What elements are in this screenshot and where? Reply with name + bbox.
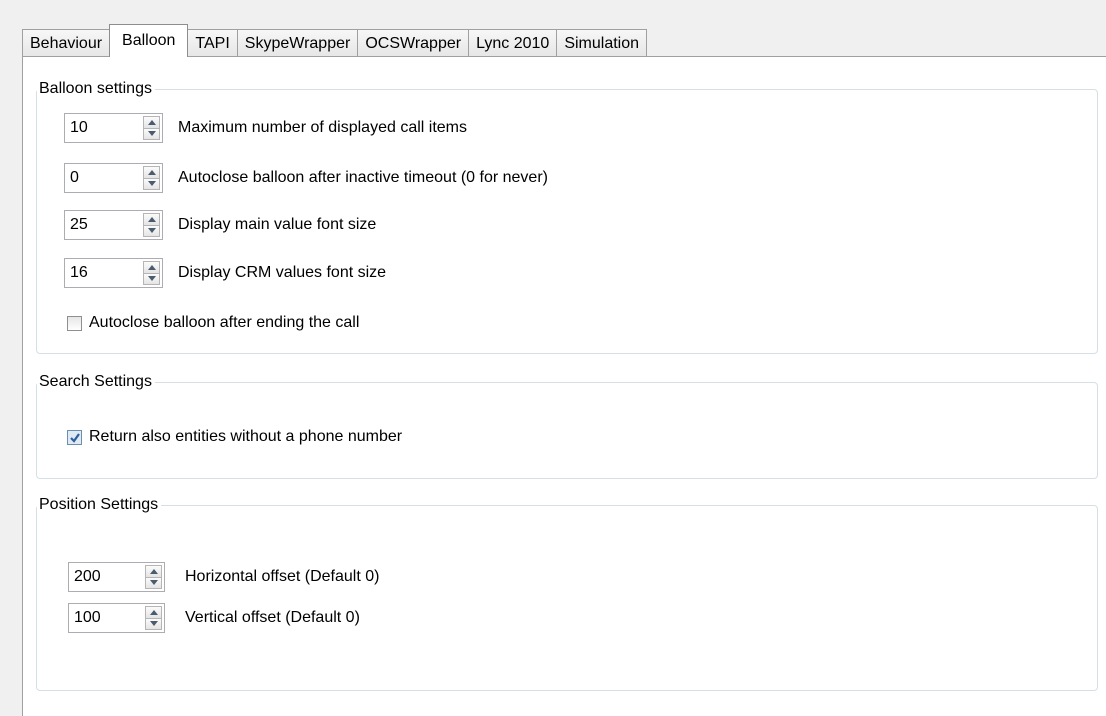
- return-entities-label[interactable]: Return also entities without a phone num…: [89, 428, 402, 446]
- arrow-down-icon: [147, 131, 156, 137]
- checkmark-icon: [70, 432, 80, 443]
- crm-font-size-label: Display CRM values font size: [178, 264, 387, 281]
- spin-up-button[interactable]: [145, 565, 162, 578]
- crm-font-size-row: 16 Display CRM values font size: [64, 258, 386, 288]
- tab-skypewrapper[interactable]: SkypeWrapper: [236, 29, 359, 57]
- tab-behaviour[interactable]: Behaviour: [22, 29, 111, 57]
- spin-down-button[interactable]: [145, 577, 162, 589]
- horizontal-offset-label: Horizontal offset (Default 0): [185, 568, 380, 585]
- arrow-down-icon: [149, 621, 158, 627]
- max-call-items-label: Maximum number of displayed call items: [178, 119, 467, 136]
- spin-down-button[interactable]: [143, 273, 160, 285]
- spin-up-button[interactable]: [143, 116, 160, 129]
- spin-down-button[interactable]: [143, 225, 160, 237]
- autoclose-timeout-label: Autoclose balloon after inactive timeout…: [178, 169, 548, 186]
- spin-up-button[interactable]: [143, 213, 160, 226]
- arrow-up-icon: [149, 568, 158, 574]
- vertical-offset-value[interactable]: 100: [74, 609, 101, 627]
- arrow-up-icon: [147, 119, 156, 125]
- autoclose-timeout-value[interactable]: 0: [70, 169, 79, 187]
- arrow-up-icon: [147, 264, 156, 270]
- return-entities-row[interactable]: Return also entities without a phone num…: [67, 422, 402, 452]
- arrow-down-icon: [147, 181, 156, 187]
- tab-balloon[interactable]: Balloon: [109, 24, 189, 57]
- return-entities-checkbox[interactable]: [67, 429, 82, 445]
- main-font-size-row: 25 Display main value font size: [64, 210, 376, 240]
- autoclose-after-call-label[interactable]: Autoclose balloon after ending the call: [89, 314, 359, 332]
- spin-up-button[interactable]: [145, 606, 162, 619]
- main-font-size-value[interactable]: 25: [70, 216, 88, 234]
- horizontal-offset-row: 200 Horizontal offset (Default 0): [68, 562, 379, 592]
- crm-font-size-value[interactable]: 16: [70, 264, 88, 282]
- tab-strip: Behaviour Balloon TAPI SkypeWrapper OCSW…: [22, 24, 648, 57]
- arrow-down-icon: [147, 276, 156, 282]
- spin-up-button[interactable]: [143, 261, 160, 274]
- spin-down-button[interactable]: [143, 178, 160, 190]
- arrow-down-icon: [149, 580, 158, 586]
- autoclose-after-call-checkbox[interactable]: [67, 315, 82, 331]
- autoclose-timeout-spinner[interactable]: 0: [64, 163, 163, 193]
- arrow-down-icon: [147, 228, 156, 234]
- vertical-offset-label: Vertical offset (Default 0): [185, 609, 360, 626]
- main-font-size-spinner[interactable]: 25: [64, 210, 163, 240]
- tab-tapi[interactable]: TAPI: [187, 29, 238, 57]
- arrow-up-icon: [149, 609, 158, 615]
- autoclose-after-call-row[interactable]: Autoclose balloon after ending the call: [67, 308, 359, 338]
- position-settings-group: Position Settings: [36, 495, 1098, 691]
- search-settings-title: Search Settings: [37, 372, 155, 392]
- vertical-offset-row: 100 Vertical offset (Default 0): [68, 603, 360, 633]
- max-call-items-row: 10 Maximum number of displayed call item…: [64, 113, 467, 143]
- autoclose-timeout-row: 0 Autoclose balloon after inactive timeo…: [64, 163, 548, 193]
- tab-lync-2010[interactable]: Lync 2010: [468, 29, 558, 57]
- tab-simulation[interactable]: Simulation: [556, 29, 648, 57]
- position-settings-title: Position Settings: [37, 495, 162, 515]
- horizontal-offset-spinner[interactable]: 200: [68, 562, 165, 592]
- main-font-size-label: Display main value font size: [178, 216, 377, 233]
- horizontal-offset-value[interactable]: 200: [74, 568, 101, 586]
- max-call-items-value[interactable]: 10: [70, 119, 88, 137]
- tab-ocswrapper[interactable]: OCSWrapper: [357, 29, 470, 57]
- arrow-up-icon: [147, 169, 156, 175]
- arrow-up-icon: [147, 216, 156, 222]
- balloon-settings-title: Balloon settings: [37, 79, 155, 99]
- spin-down-button[interactable]: [143, 128, 160, 140]
- vertical-offset-spinner[interactable]: 100: [68, 603, 165, 633]
- max-call-items-spinner[interactable]: 10: [64, 113, 163, 143]
- spin-up-button[interactable]: [143, 166, 160, 179]
- crm-font-size-spinner[interactable]: 16: [64, 258, 163, 288]
- spin-down-button[interactable]: [145, 618, 162, 630]
